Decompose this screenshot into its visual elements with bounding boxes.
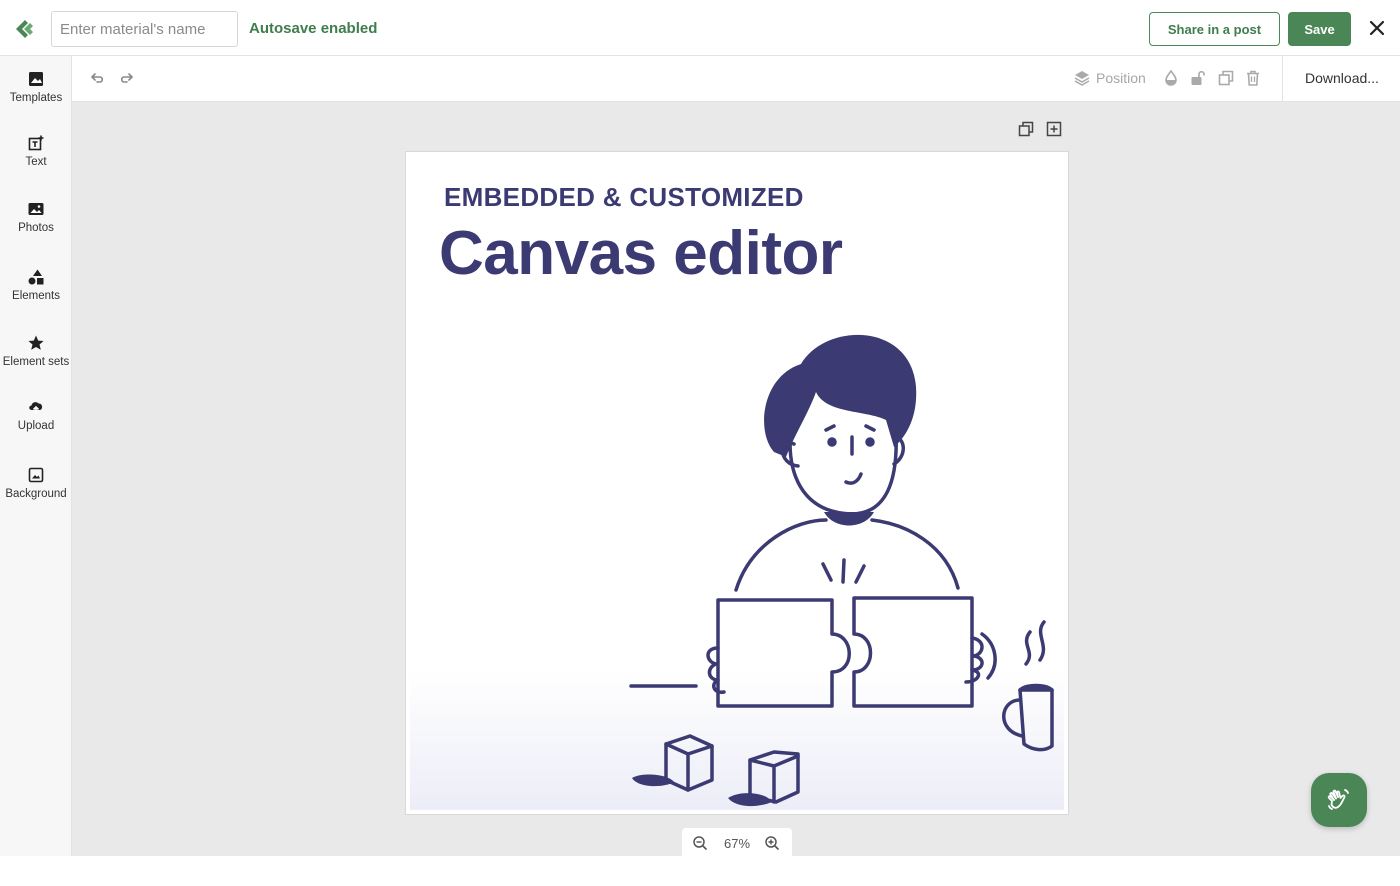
sidebar-item-templates[interactable]: Templates (0, 70, 72, 126)
sidebar-item-background[interactable]: Background (0, 466, 72, 522)
add-page-icon[interactable] (1045, 120, 1063, 138)
waving-hand-icon (1327, 789, 1349, 810)
zoom-out-icon[interactable] (692, 835, 708, 851)
layers-icon (1074, 71, 1090, 86)
design-page[interactable]: EMBEDDED & CUSTOMIZED Canvas editor (405, 151, 1069, 815)
sidebar-item-label: Templates (9, 92, 63, 104)
opacity-icon[interactable] (1162, 69, 1180, 87)
top-bar: Autosave enabled Share in a post Save (0, 0, 1400, 56)
bottom-strip (0, 856, 1400, 886)
undo-icon[interactable] (89, 69, 107, 87)
star-icon (28, 335, 44, 350)
cloud-upload-icon (29, 402, 43, 414)
sidebar-item-label: Photos (18, 222, 54, 234)
sidebar-item-label: Background (5, 488, 67, 500)
autosave-status: Autosave enabled (249, 20, 378, 37)
sidebar-item-label: Text (25, 156, 47, 168)
material-name-input[interactable] (51, 11, 238, 47)
sidebar-item-text[interactable]: Text (0, 134, 72, 190)
sidebar-item-label: Elements (12, 290, 60, 302)
photo-icon (28, 203, 44, 215)
puzzle-person-illustration[interactable] (406, 152, 1069, 815)
zoom-control: 67% (682, 828, 792, 858)
sidebar-item-label: Upload (17, 420, 55, 432)
image-icon (29, 72, 43, 86)
help-chat-button[interactable] (1311, 773, 1367, 827)
share-in-post-button[interactable]: Share in a post (1149, 12, 1280, 46)
trash-icon[interactable] (1244, 69, 1262, 87)
zoom-in-icon[interactable] (764, 835, 780, 851)
editor-toolbar: Position Download... (72, 56, 1400, 102)
sidebar-item-upload[interactable]: Upload (0, 398, 72, 454)
save-button[interactable]: Save (1288, 12, 1351, 46)
canvas-workspace: EMBEDDED & CUSTOMIZED Canvas editor 67% (72, 102, 1400, 858)
sidebar-item-element-sets[interactable]: Element sets (0, 334, 72, 390)
toolbar-divider (1282, 56, 1283, 102)
download-button[interactable]: Download... (1305, 70, 1379, 86)
left-sidebar: Templates Text Photos Elements Element s… (0, 56, 72, 856)
duplicate-page-icon[interactable] (1017, 120, 1035, 138)
sidebar-item-label: Element sets (2, 356, 70, 368)
text-add-icon (28, 135, 44, 151)
sidebar-item-photos[interactable]: Photos (0, 200, 72, 256)
duplicate-icon[interactable] (1217, 69, 1235, 87)
position-button[interactable]: Position (1096, 70, 1146, 86)
sidebar-item-elements[interactable]: Elements (0, 268, 72, 324)
redo-icon[interactable] (117, 69, 135, 87)
zoom-level: 67% (723, 836, 751, 851)
close-icon[interactable] (1366, 17, 1388, 39)
logo-icon[interactable] (12, 16, 38, 42)
background-icon (28, 467, 44, 483)
shapes-icon (28, 269, 44, 285)
unlock-icon[interactable] (1189, 69, 1207, 87)
